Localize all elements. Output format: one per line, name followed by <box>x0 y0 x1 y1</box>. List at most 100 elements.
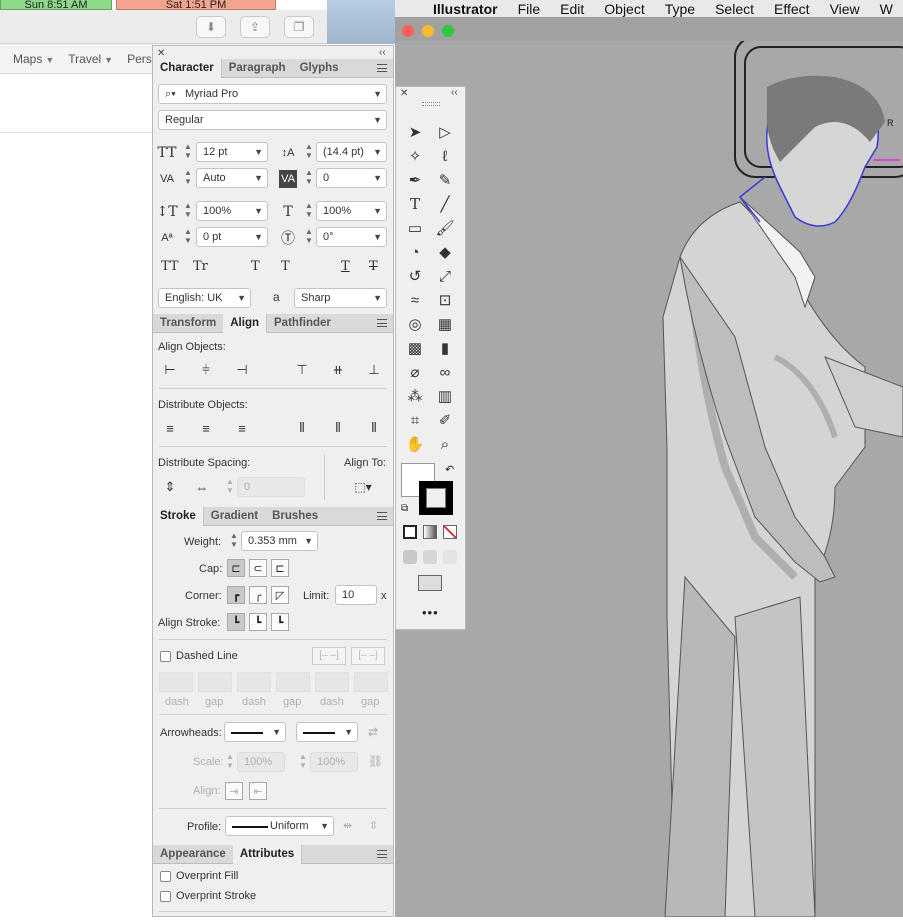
scale-start-stepper[interactable]: ▲ ▼ <box>225 752 235 772</box>
horizontal-align-center-icon[interactable]: ⫩ <box>197 361 215 379</box>
line-tool-icon[interactable]: ╱ <box>434 193 456 215</box>
tab-character[interactable]: Character <box>153 58 222 78</box>
menu-object[interactable]: Object <box>604 1 644 17</box>
vertical-align-bottom-icon[interactable]: ⊥ <box>365 361 383 379</box>
vertical-distribute-bottom-icon[interactable]: ≡ <box>233 419 251 437</box>
panel-menu-icon[interactable] <box>377 319 387 327</box>
limit-field[interactable]: 10 <box>335 585 377 605</box>
bookmark-pers[interactable]: Pers <box>127 52 152 66</box>
panel-menu-icon[interactable] <box>377 850 387 858</box>
gap-1-field[interactable] <box>198 672 232 692</box>
vertical-scale-field[interactable]: 100% ▼ <box>196 201 268 221</box>
menu-app-name[interactable]: Illustrator <box>433 1 498 17</box>
overprint-stroke-checkbox[interactable] <box>160 891 171 902</box>
mesh-tool-icon[interactable]: ▩ <box>404 337 426 359</box>
tabs-overview-icon[interactable]: ❐ <box>284 16 314 38</box>
tab-glyphs[interactable]: Glyphs <box>293 59 346 78</box>
tracking-field[interactable]: 0 ▼ <box>316 168 387 188</box>
hand-tool-icon[interactable]: ✋ <box>404 433 426 455</box>
arrow-tip-at-end-button[interactable]: ⇤ <box>249 782 267 800</box>
panel-menu-icon[interactable] <box>377 64 387 72</box>
vertical-distribute-center-icon[interactable]: ≡ <box>197 419 215 437</box>
menu-window[interactable]: W <box>880 1 893 17</box>
tab-pathfinder[interactable]: Pathfinder <box>267 314 338 333</box>
font-style-field[interactable]: Regular ▼ <box>158 110 387 130</box>
character-rotation-field[interactable]: 0° ▼ <box>316 227 387 247</box>
horizontal-scale-stepper[interactable]: ▲ ▼ <box>304 201 314 221</box>
baseline-shift-stepper[interactable]: ▲ ▼ <box>183 227 193 247</box>
superscript-button[interactable]: T <box>251 259 260 274</box>
dash-1-field[interactable] <box>159 672 193 692</box>
link-scale-icon[interactable]: ⛓ <box>368 754 383 768</box>
align-dash-corners-button[interactable]: [‒ ‒] <box>351 647 385 665</box>
flip-along-icon[interactable]: ⇹ <box>343 819 352 832</box>
share-icon[interactable]: ⇪ <box>240 16 270 38</box>
stroke-swatch[interactable] <box>419 481 453 515</box>
drag-handle[interactable] <box>422 102 440 106</box>
vertical-scale-stepper[interactable]: ▲ ▼ <box>183 201 193 221</box>
gradient-mode-icon[interactable] <box>423 525 437 539</box>
rotate-tool-icon[interactable]: ↺ <box>404 265 426 287</box>
type-tool-icon[interactable]: T <box>404 193 426 215</box>
swap-colors-icon[interactable]: ↶ <box>445 463 454 476</box>
scale-end-stepper[interactable]: ▲ ▼ <box>298 752 308 772</box>
paintbrush-tool-icon[interactable]: 🖌 <box>434 217 456 239</box>
tab-align[interactable]: Align <box>223 313 267 333</box>
menu-view[interactable]: View <box>830 1 860 17</box>
kerning-stepper[interactable]: ▲ ▼ <box>183 168 193 188</box>
menu-effect[interactable]: Effect <box>774 1 810 17</box>
weight-stepper[interactable]: ▲ ▼ <box>229 531 239 551</box>
tab-paragraph[interactable]: Paragraph <box>222 59 293 78</box>
horizontal-distribute-center-icon[interactable]: ⫴ <box>329 419 347 437</box>
all-caps-button[interactable]: TT <box>161 259 179 274</box>
tab-attributes[interactable]: Attributes <box>232 844 303 864</box>
eyedropper-tool-icon[interactable]: ⌀ <box>404 361 426 383</box>
overprint-fill-checkbox[interactable] <box>160 871 171 882</box>
lasso-tool-icon[interactable]: ℓ <box>434 145 456 167</box>
weight-field[interactable]: 0.353 mm ▼ <box>241 531 318 551</box>
none-mode-icon[interactable] <box>443 525 457 539</box>
align-stroke-center-button[interactable]: ┗ <box>227 613 245 631</box>
panel-menu-icon[interactable] <box>377 512 387 520</box>
zoom-tool-icon[interactable]: ⌕ <box>434 433 456 455</box>
bevel-join-button[interactable]: ◸ <box>271 586 289 604</box>
download-icon[interactable]: ⬇ <box>196 16 226 38</box>
align-stroke-inside-button[interactable]: ┗ <box>249 613 267 631</box>
butt-cap-button[interactable]: ⊏ <box>227 559 245 577</box>
tab-transform[interactable]: Transform <box>153 314 223 333</box>
tab-stroke[interactable]: Stroke <box>153 506 204 526</box>
eraser-tool-icon[interactable]: ◆ <box>434 241 456 263</box>
draw-normal-icon[interactable] <box>403 550 417 564</box>
end-arrowhead-select[interactable]: ▼ <box>296 722 358 742</box>
tab-appearance[interactable]: Appearance <box>153 845 233 864</box>
curvature-tool-icon[interactable]: ✎ <box>434 169 456 191</box>
minimize-window-button[interactable] <box>422 25 434 37</box>
start-arrowhead-select[interactable]: ▼ <box>224 722 286 742</box>
dashed-line-checkbox[interactable] <box>160 651 171 662</box>
horizontal-align-left-icon[interactable]: ⊢ <box>161 361 179 379</box>
vertical-align-top-icon[interactable]: ⊤ <box>293 361 311 379</box>
artboard-tool-icon[interactable]: ⌗ <box>404 409 426 431</box>
align-to-selection-icon[interactable]: ⬚▾ <box>351 478 375 496</box>
symbol-sprayer-tool-icon[interactable]: ⁂ <box>404 385 426 407</box>
blend-tool-icon[interactable]: ∞ <box>434 361 456 383</box>
menu-type[interactable]: Type <box>665 1 695 17</box>
horizontal-distribute-space-icon[interactable]: ⇔ <box>193 478 211 496</box>
bookmark-maps[interactable]: Maps ▼ <box>13 52 54 66</box>
draw-inside-icon[interactable] <box>443 550 457 564</box>
scale-start-field[interactable]: 100% <box>237 752 285 772</box>
slice-tool-icon[interactable]: ✐ <box>434 409 456 431</box>
vertical-align-center-icon[interactable]: ⧺ <box>329 361 347 379</box>
vertical-distribute-space-icon[interactable]: ⇕ <box>161 478 179 496</box>
browser-tab-2[interactable]: Sat 1:51 PM <box>116 0 276 10</box>
fill-color-mode-icon[interactable] <box>403 525 417 539</box>
column-graph-tool-icon[interactable]: ▥ <box>434 385 456 407</box>
default-colors-icon[interactable]: ⧉ <box>401 503 408 514</box>
horizontal-align-right-icon[interactable]: ⊣ <box>233 361 251 379</box>
swap-arrowheads-icon[interactable]: ⇄ <box>368 725 378 739</box>
arrow-tip-beyond-button[interactable]: ⇥ <box>225 782 243 800</box>
draw-behind-icon[interactable] <box>423 550 437 564</box>
free-transform-tool-icon[interactable]: ⊡ <box>434 289 456 311</box>
close-window-button[interactable] <box>402 25 414 37</box>
shape-builder-tool-icon[interactable]: ◎ <box>404 313 426 335</box>
